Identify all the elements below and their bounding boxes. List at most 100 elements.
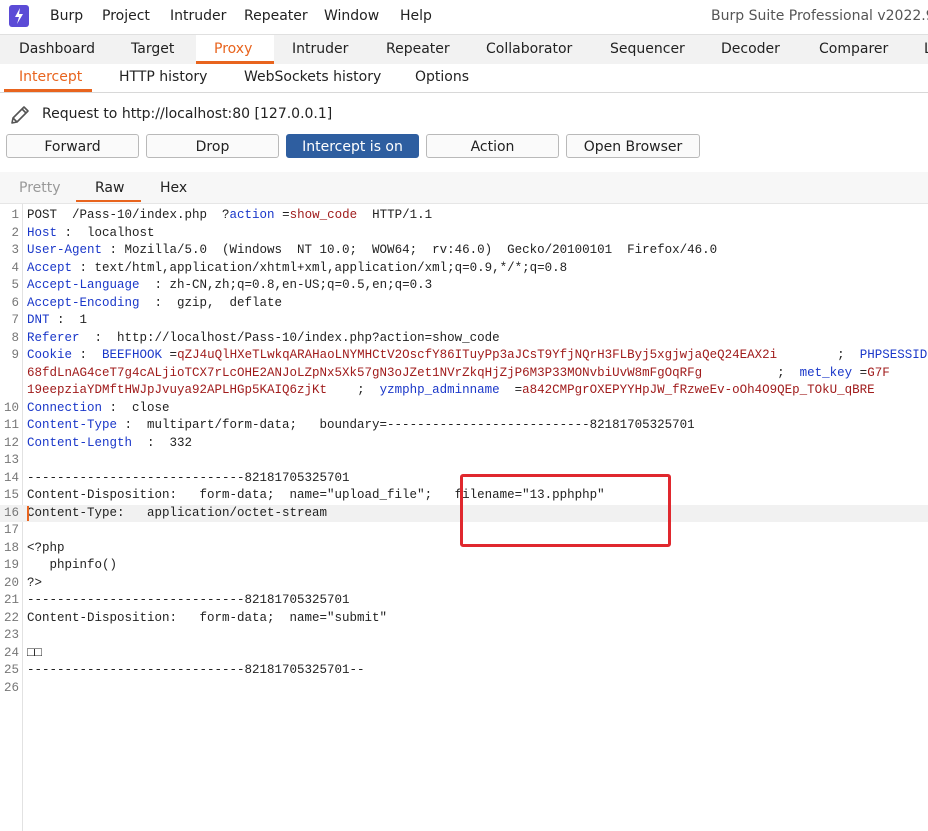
text-segment: -----------------------------82181705325… bbox=[27, 663, 365, 677]
menu-project[interactable]: Project bbox=[102, 8, 150, 24]
message-view-tabs: Pretty Raw Hex bbox=[0, 172, 928, 204]
text-segment: : bbox=[72, 348, 103, 362]
editor-line[interactable]: 9 Cookie : BEEFHOOK =qZJ4uQlHXeTLwkqARAHa… bbox=[0, 347, 928, 365]
line-content: Accept-Language : zh-CN,zh;q=0.8,en-US;q… bbox=[27, 277, 432, 295]
line-content: phpinfo() bbox=[27, 557, 118, 575]
line-number: 10 bbox=[3, 400, 19, 415]
tab-comparer[interactable]: Comparer bbox=[819, 41, 888, 57]
line-number: 25 bbox=[3, 663, 19, 677]
line-number: 15 bbox=[3, 488, 19, 502]
tab-sequencer[interactable]: Sequencer bbox=[610, 41, 685, 57]
menu-window[interactable]: Window bbox=[324, 8, 379, 24]
editor-line[interactable]: 22 Content-Disposition: form-data; name="… bbox=[0, 610, 928, 628]
header-key: Connection bbox=[27, 400, 103, 415]
editor-line[interactable]: 19eepziaYDMftHWJpJvuya92APLHGp5KAIQ6zjKt… bbox=[0, 382, 928, 400]
filename-highlight-box bbox=[460, 474, 671, 547]
editor-line[interactable]: 12 Content-Length : 332 bbox=[0, 435, 928, 453]
header-key: Content-Type bbox=[27, 418, 118, 432]
editor-line[interactable]: 8 Referer : http://localhost/Pass-10/inde… bbox=[0, 330, 928, 348]
editor-line[interactable]: 24 □□ bbox=[0, 645, 928, 663]
text-segment: ; bbox=[327, 383, 380, 397]
line-number: 17 bbox=[3, 523, 19, 537]
header-key: met_key bbox=[799, 365, 853, 380]
line-number: 14 bbox=[3, 470, 19, 485]
line-number: 13 bbox=[3, 453, 19, 467]
text-segment: : gzip, deflate bbox=[139, 295, 283, 310]
editor-line[interactable]: 6 Accept-Encoding : gzip, deflate bbox=[0, 295, 928, 313]
editor-line[interactable]: 11 Content-Type : multipart/form-data; bo… bbox=[0, 417, 928, 435]
menu-repeater[interactable]: Repeater bbox=[244, 8, 308, 24]
editor-line[interactable]: 26 bbox=[0, 680, 928, 698]
text-segment: : text/html,application/xhtml+xml,applic… bbox=[72, 260, 568, 275]
editor-line[interactable]: 10 Connection : close bbox=[0, 400, 928, 418]
tab-websockets-history[interactable]: WebSockets history bbox=[244, 69, 381, 85]
line-content: Content-Type: application/octet-stream bbox=[27, 505, 327, 523]
param-value: a842CMPgrOXEPYYHpJW_fRzweEv-oOh4O9QEp_TO… bbox=[522, 383, 875, 397]
line-content: User-Agent : Mozilla/5.0 (Windows NT 10.… bbox=[27, 242, 717, 260]
header-key: yzmphp_adminname bbox=[379, 383, 500, 397]
active-view-underline bbox=[76, 200, 141, 202]
tab-raw[interactable]: Raw bbox=[95, 180, 124, 196]
menu-burp[interactable]: Burp bbox=[50, 8, 83, 24]
editor-line[interactable]: 19 phpinfo() bbox=[0, 557, 928, 575]
request-target-label: Request to http://localhost:80 [127.0.0.… bbox=[42, 106, 333, 122]
param-value: 19eepziaYDMftHWJpJvuya92APLHGp5KAIQ6zjKt bbox=[27, 383, 328, 397]
tab-dashboard[interactable]: Dashboard bbox=[19, 41, 95, 57]
editor-line[interactable]: 13 bbox=[0, 452, 928, 470]
main-tab-bar: Dashboard Target Proxy Intruder Repeater… bbox=[0, 34, 928, 65]
param-value: show_code bbox=[289, 208, 358, 222]
editor-line[interactable]: 3 User-Agent : Mozilla/5.0 (Windows NT 10… bbox=[0, 242, 928, 260]
editor-line[interactable]: 1 POST /Pass-10/index.php ?action =show_c… bbox=[0, 207, 928, 225]
menu-intruder[interactable]: Intruder bbox=[170, 8, 226, 24]
text-segment: -----------------------------82181705325… bbox=[27, 470, 350, 485]
menu-bar: Burp Project Intruder Repeater Window He… bbox=[0, 0, 928, 33]
tab-intruder[interactable]: Intruder bbox=[292, 41, 348, 57]
editor-line[interactable]: 5 Accept-Language : zh-CN,zh;q=0.8,en-US;… bbox=[0, 277, 928, 295]
line-number: 21 bbox=[3, 593, 19, 607]
text-segment: HTTP/1.1 bbox=[357, 208, 433, 222]
tab-logger-truncated[interactable]: L bbox=[924, 41, 928, 57]
tab-target[interactable]: Target bbox=[131, 41, 174, 57]
tab-proxy[interactable]: Proxy bbox=[214, 41, 252, 57]
tab-options[interactable]: Options bbox=[415, 69, 469, 85]
action-button[interactable]: Action bbox=[426, 134, 559, 158]
header-key: User-Agent bbox=[27, 243, 103, 257]
tab-pretty[interactable]: Pretty bbox=[19, 180, 61, 196]
text-segment: = bbox=[499, 383, 523, 397]
line-content: □□ bbox=[27, 645, 42, 663]
intercept-toolbar: Request to http://localhost:80 [127.0.0.… bbox=[0, 93, 928, 166]
editor-line[interactable]: 21 -----------------------------821817053… bbox=[0, 592, 928, 610]
line-content: Accept-Encoding : gzip, deflate bbox=[27, 295, 282, 313]
tab-decoder[interactable]: Decoder bbox=[721, 41, 780, 57]
intercept-toggle-button[interactable]: Intercept is on bbox=[286, 134, 419, 158]
line-content: 68fdLnAG4ceT7g4cALjioTCX7rLcOHE2ANJoLZpN… bbox=[27, 365, 890, 383]
editor-line[interactable]: 23 bbox=[0, 627, 928, 645]
line-number: 5 bbox=[11, 278, 19, 292]
editor-line[interactable]: 25 -----------------------------821817053… bbox=[0, 662, 928, 680]
text-segment: = bbox=[852, 365, 868, 380]
header-key: action bbox=[229, 208, 275, 222]
line-number: 7 bbox=[11, 313, 19, 327]
editor-line[interactable]: 20 ?> bbox=[0, 575, 928, 593]
line-number: 16 bbox=[3, 505, 19, 520]
editor-line[interactable]: 7 DNT : 1 bbox=[0, 312, 928, 330]
tab-hex[interactable]: Hex bbox=[160, 180, 187, 196]
header-key: Accept-Encoding bbox=[27, 295, 140, 310]
line-content: POST /Pass-10/index.php ?action =show_co… bbox=[27, 207, 432, 225]
editor-line[interactable]: 4 Accept : text/html,application/xhtml+xm… bbox=[0, 260, 928, 278]
text-segment: Content-Disposition: form-data; name="su… bbox=[27, 610, 388, 625]
tab-intercept[interactable]: Intercept bbox=[19, 69, 82, 85]
text-segment: : localhost bbox=[57, 225, 155, 240]
editor-line[interactable]: 68fdLnAG4ceT7g4cALjioTCX7rLcOHE2ANJoLZpN… bbox=[0, 365, 928, 383]
pencil-icon bbox=[8, 103, 32, 131]
open-browser-button[interactable]: Open Browser bbox=[566, 134, 700, 158]
tab-http-history[interactable]: HTTP history bbox=[119, 69, 207, 85]
forward-button[interactable]: Forward bbox=[6, 134, 139, 158]
drop-button[interactable]: Drop bbox=[146, 134, 279, 158]
editor-line[interactable]: 2 Host : localhost bbox=[0, 225, 928, 243]
tab-repeater[interactable]: Repeater bbox=[386, 41, 450, 57]
menu-help[interactable]: Help bbox=[400, 8, 432, 24]
header-key: Cookie bbox=[27, 348, 73, 362]
tab-collaborator[interactable]: Collaborator bbox=[486, 41, 572, 57]
text-segment: ; bbox=[702, 365, 800, 380]
